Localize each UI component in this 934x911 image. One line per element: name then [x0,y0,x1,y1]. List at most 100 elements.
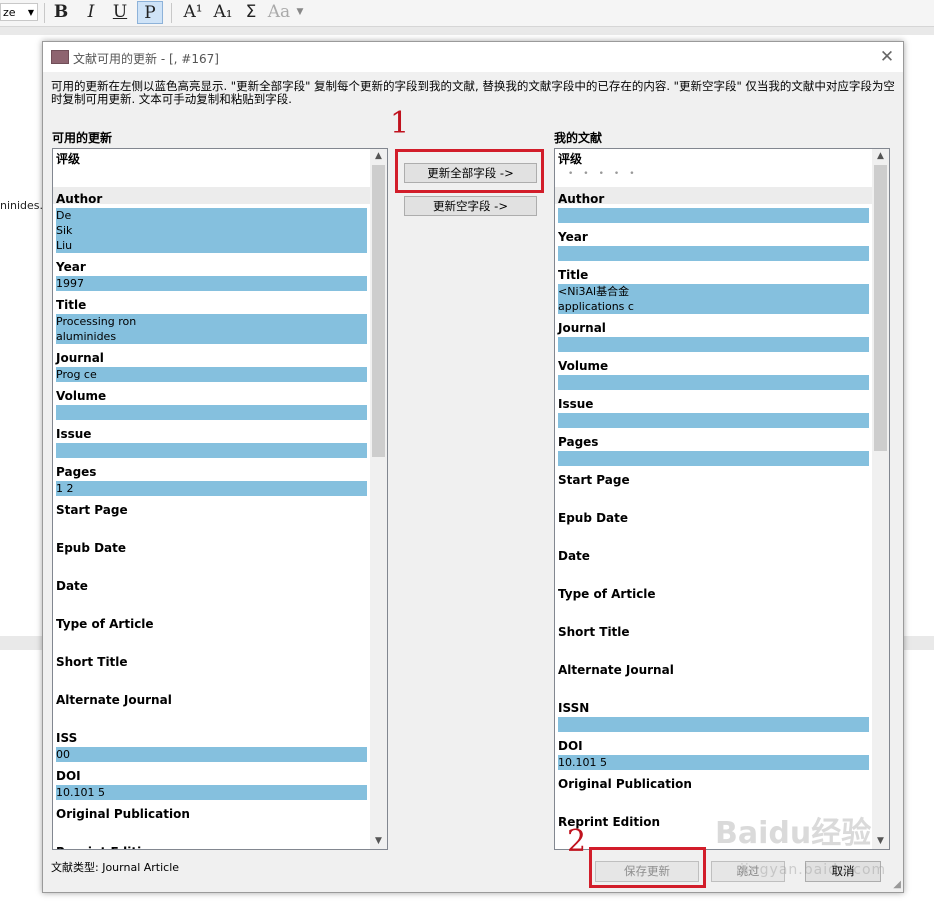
field-row: Type of Article [558,586,869,602]
field-label: DOI [558,739,583,753]
field-value-line [558,246,869,261]
scroll-down-icon[interactable]: ▼ [872,834,889,849]
field-label: Issue [558,397,594,411]
field-value-line: applications c [558,300,634,313]
field-value-line: 10.101 5 [558,756,607,769]
resize-grip-icon[interactable]: ◢ [893,879,901,890]
case-button[interactable]: Aa [266,1,292,24]
rating-stars[interactable]: ••••• [558,167,869,182]
field-value[interactable]: 10.101 5 [56,785,367,800]
field-value-line: Processing ron [56,315,137,328]
field-value-line: 10.101 5 [56,786,105,799]
field-row: Issue [56,426,367,458]
field-row: Epub Date [56,540,367,556]
field-value[interactable]: 1997 [56,276,367,291]
formatting-toolbar: ze ▼ B I U P A¹ A₁ Σ Aa ▼ [0,0,934,27]
field-row: Author [558,191,869,223]
field-label: Date [56,579,88,593]
instructions-text: 可用的更新在左侧以蓝色高亮显示. "更新全部字段" 复制每个更新的字段到我的文献… [51,79,895,106]
field-label: Title [56,298,87,312]
field-label: Epub Date [56,541,127,555]
field-row: Date [558,548,869,564]
field-row: Type of Article [56,616,367,632]
field-value-line [56,443,367,458]
scrollbar[interactable]: ▲ ▼ [872,149,889,849]
field-label: Journal [558,321,606,335]
field-value[interactable] [558,208,869,223]
subscript-button[interactable]: A₁ [210,1,236,24]
bold-button[interactable]: B [48,1,74,24]
field-value-line [558,413,869,428]
field-value[interactable] [558,337,869,352]
field-label: Original Publication [558,777,692,791]
right-column-header: 我的文献 [554,131,603,145]
field-row: Reprint Edition [56,844,367,849]
field-value[interactable] [56,405,367,420]
field-row: Volume [558,358,869,390]
field-label: Original Publication [56,807,190,821]
font-size-select[interactable]: ze ▼ [0,3,38,21]
field-value[interactable]: 1 2 [56,481,367,496]
reference-type-label: 文献类型: Journal Article [51,861,180,874]
scroll-up-icon[interactable]: ▲ [872,149,889,164]
field-value[interactable] [558,413,869,428]
scrollbar[interactable]: ▲ ▼ [370,149,387,849]
field-value[interactable]: De Sik Liu [56,208,367,253]
scroll-thumb[interactable] [874,165,887,451]
field-value[interactable] [558,375,869,390]
field-row: Alternate Journal [558,662,869,678]
scroll-thumb[interactable] [372,165,385,457]
field-row: 评级 ••••• [558,151,869,182]
field-row: Pages 1 2 [56,464,367,496]
field-label: Author [558,192,605,206]
field-value-line: aluminides [56,330,117,343]
left-column-header: 可用的更新 [52,131,113,145]
field-label: Pages [558,435,599,449]
chevron-down-icon[interactable]: ▼ [293,1,307,24]
field-value-line [56,405,367,420]
close-icon[interactable]: ✕ [875,46,899,68]
update-empty-fields-button[interactable]: 更新空字段 -> [404,196,537,216]
italic-button[interactable]: I [78,1,104,24]
field-label: 评级 [56,152,81,166]
field-value-line [558,451,869,466]
field-value-line: <Ni3Al基合金 [558,285,630,298]
field-value[interactable] [558,246,869,261]
field-row: Start Page [56,502,367,518]
field-row: Title <Ni3Al基合金 applications c [558,267,869,314]
field-value[interactable]: 00 [56,747,367,762]
my-reference-panel[interactable]: 评级 ••••• Author Year Title <Ni3Al基合金 applica… [554,148,890,850]
field-label: Epub Date [558,511,629,525]
field-row: Epub Date [558,510,869,526]
font-size-value: ze [3,6,16,19]
field-value[interactable]: Prog ce [56,367,367,382]
field-value[interactable]: Processing ron aluminides [56,314,367,344]
scroll-down-icon[interactable]: ▼ [370,834,387,849]
plain-button[interactable]: P [137,1,163,24]
field-label: DOI [56,769,81,783]
field-row: DOI 10.101 5 [558,738,869,770]
field-row: Year [558,229,869,261]
field-value[interactable]: <Ni3Al基合金 applications c [558,284,869,314]
field-row: Short Title [56,654,367,670]
highlight-box-update-all [395,149,544,193]
field-row: 评级 [56,151,367,167]
field-value[interactable] [56,443,367,458]
available-updates-panel[interactable]: 评级 Author De Sik Liu Year 1997 Title Processing … [52,148,388,850]
scroll-up-icon[interactable]: ▲ [370,149,387,164]
symbol-button[interactable]: Σ [238,1,264,24]
field-row: ISSN [558,700,869,732]
field-row: Issue [558,396,869,428]
field-value[interactable] [558,717,869,732]
field-value-line: De [56,209,72,222]
field-label: 评级 [558,152,583,166]
field-value[interactable] [558,451,869,466]
field-row: Start Page [558,472,869,488]
field-label: Journal [56,351,104,365]
field-row: Original Publication [558,776,869,792]
dialog-titlebar: 文献可用的更新 - [, #167] ✕ [43,42,903,72]
field-value[interactable]: 10.101 5 [558,755,869,770]
field-row: Year 1997 [56,259,367,291]
superscript-button[interactable]: A¹ [180,1,206,24]
underline-button[interactable]: U [107,1,133,24]
